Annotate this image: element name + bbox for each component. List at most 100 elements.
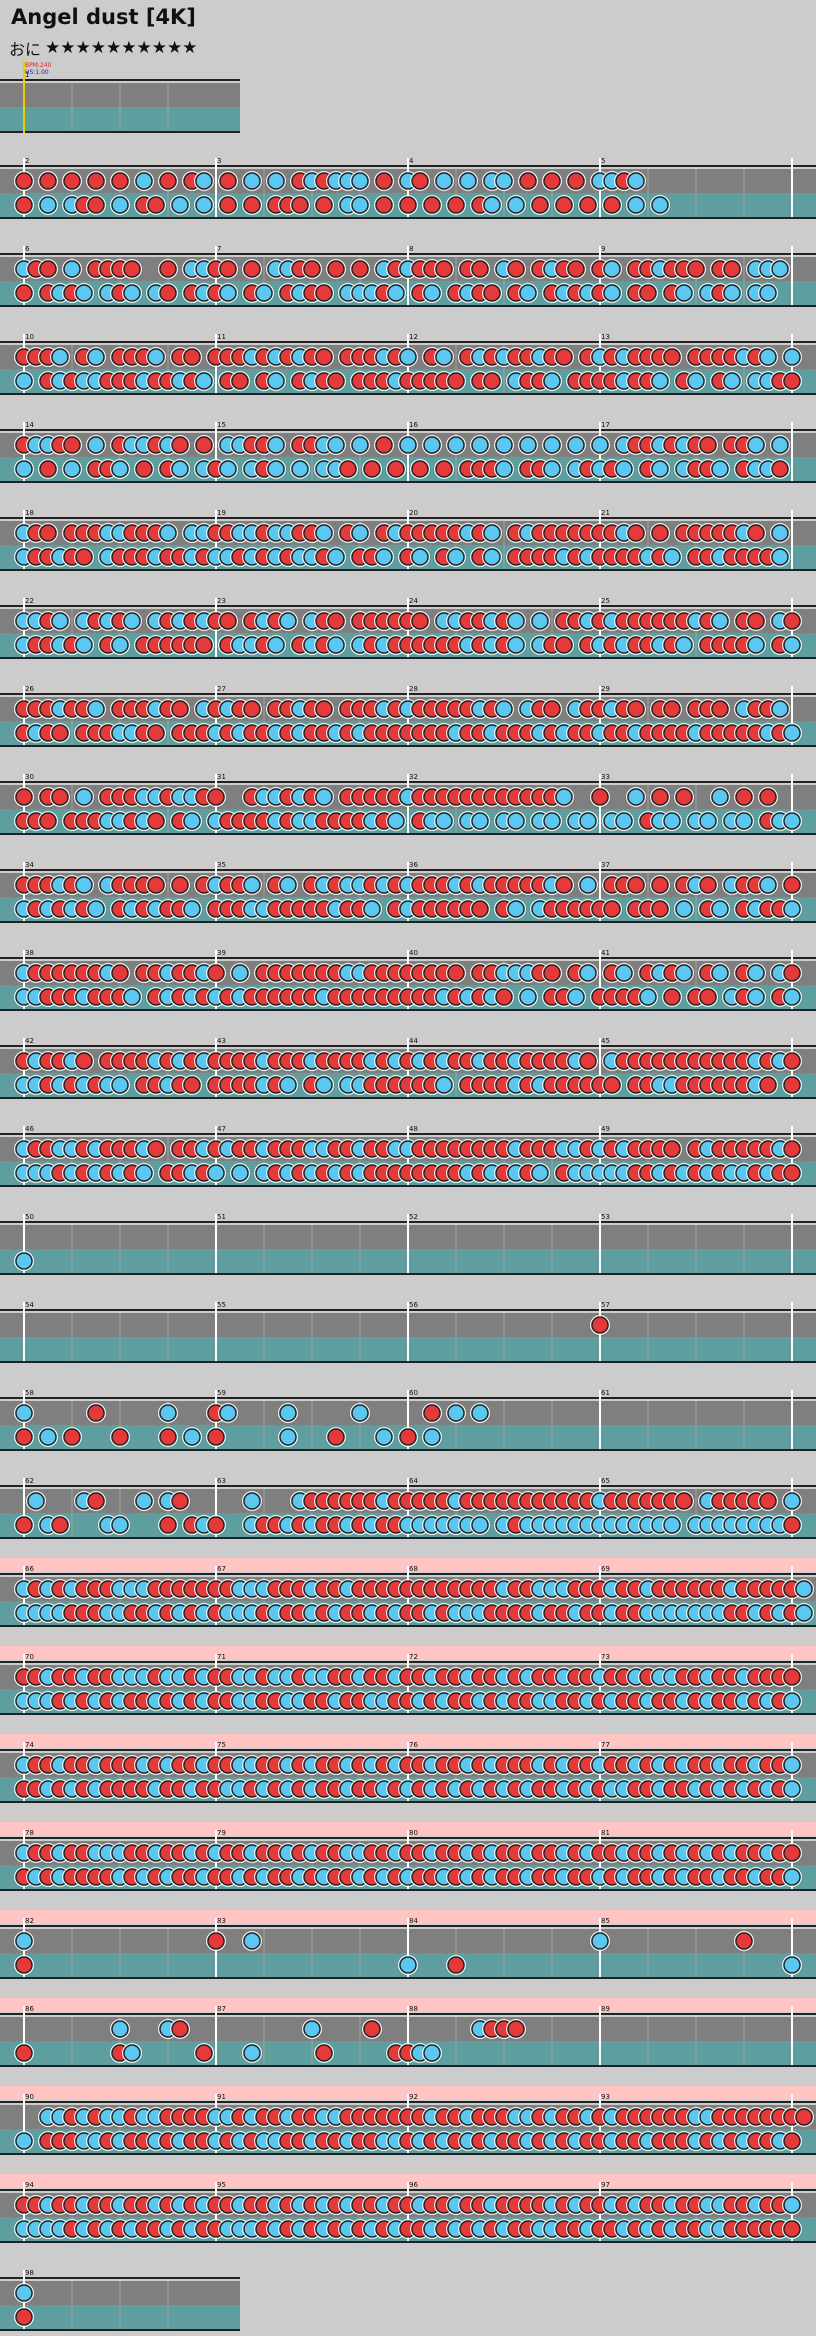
measure-number: 62 [25, 1477, 34, 1485]
ka-note [327, 548, 345, 566]
don-note [147, 1140, 165, 1158]
measure-number: 27 [217, 685, 226, 693]
ka-note [315, 788, 333, 806]
don-note [663, 988, 681, 1006]
measure-number: 20 [409, 509, 418, 517]
measure-number: 24 [409, 597, 418, 605]
measure-number: 35 [217, 861, 226, 869]
ka-note [783, 1780, 801, 1798]
don-note [51, 788, 69, 806]
ka-note [27, 1492, 45, 1510]
ka-note [663, 812, 681, 830]
don-note [303, 260, 321, 278]
don-note [783, 1844, 801, 1862]
ka-note [351, 524, 369, 542]
measure-number: 36 [409, 861, 418, 869]
don-note [627, 524, 645, 542]
ka-note [447, 436, 465, 454]
don-note [159, 284, 177, 302]
measure-number: 69 [601, 1565, 610, 1573]
ka-note [183, 812, 201, 830]
ka-note [471, 1516, 489, 1534]
don-note [171, 1492, 189, 1510]
measure-number: 80 [409, 1829, 418, 1837]
don-note [579, 196, 597, 214]
ka-note [231, 964, 249, 982]
ka-note [495, 700, 513, 718]
ka-note [471, 812, 489, 830]
ka-note [483, 524, 501, 542]
measure-number: 45 [601, 1037, 610, 1045]
don-note [567, 260, 585, 278]
don-note [447, 1956, 465, 1974]
ka-note [771, 436, 789, 454]
ka-note [771, 700, 789, 718]
don-note [51, 724, 69, 742]
don-note [63, 1428, 81, 1446]
ka-note [507, 900, 525, 918]
ka-note [15, 2132, 33, 2150]
don-note [783, 612, 801, 630]
ka-note [399, 348, 417, 366]
measure-number: 10 [25, 333, 34, 341]
don-note [627, 700, 645, 718]
don-note [111, 964, 129, 982]
ka-note [783, 812, 801, 830]
ka-note [579, 812, 597, 830]
don-note [231, 372, 249, 390]
ka-note [111, 2020, 129, 2038]
ka-note [123, 988, 141, 1006]
ka-note [423, 1428, 441, 1446]
ka-note [135, 172, 153, 190]
ka-note [603, 284, 621, 302]
ka-note [171, 196, 189, 214]
don-note [147, 196, 165, 214]
don-note [435, 460, 453, 478]
measure-number: 89 [601, 2005, 610, 2013]
measure-number: 48 [409, 1125, 418, 1133]
ka-note [75, 876, 93, 894]
ka-note [279, 612, 297, 630]
ka-note [15, 1252, 33, 1270]
measure-number: 41 [601, 949, 610, 957]
measure-number: 39 [217, 949, 226, 957]
don-note [675, 1492, 693, 1510]
ka-note [783, 636, 801, 654]
ka-note [627, 788, 645, 806]
measure-number: 26 [25, 685, 34, 693]
measure-number: 64 [409, 1477, 418, 1485]
don-note [411, 612, 429, 630]
ka-note [267, 372, 285, 390]
ka-note [567, 988, 585, 1006]
don-note [315, 284, 333, 302]
don-note [375, 196, 393, 214]
don-note [111, 1428, 129, 1446]
ka-note [723, 284, 741, 302]
don-note [471, 900, 489, 918]
ka-note [111, 1516, 129, 1534]
measure-number: 68 [409, 1565, 418, 1573]
don-note [243, 700, 261, 718]
ka-note [135, 1492, 153, 1510]
don-note [159, 260, 177, 278]
don-note [783, 876, 801, 894]
don-note [51, 1516, 69, 1534]
ka-note [507, 636, 525, 654]
measure-number: 15 [217, 421, 226, 429]
measure-number: 13 [601, 333, 610, 341]
ka-note [51, 348, 69, 366]
don-note [351, 260, 369, 278]
ka-note [783, 348, 801, 366]
ka-note [243, 1932, 261, 1950]
don-note [219, 196, 237, 214]
ka-note [783, 724, 801, 742]
measure-number: 31 [217, 773, 226, 781]
ka-note [303, 2020, 321, 2038]
ka-note [795, 1580, 813, 1598]
ka-note [723, 372, 741, 390]
ka-note [327, 436, 345, 454]
measure-number: 63 [217, 1477, 226, 1485]
ka-note [543, 436, 561, 454]
ka-note [591, 436, 609, 454]
ka-note [675, 284, 693, 302]
